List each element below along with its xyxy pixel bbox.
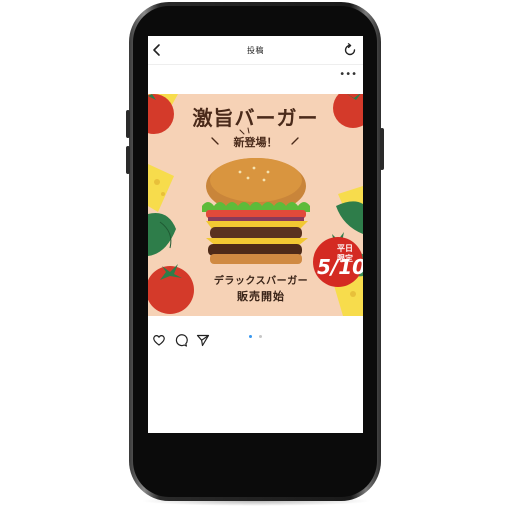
power-button [380,128,384,170]
refresh-icon[interactable] [343,43,357,57]
page-title: 投稿 [247,46,264,55]
volume-up-button [126,110,130,138]
device-mockup: 投稿 ••• 激旨バーガー 新登場！ デラックスバーガー 販売開始 平日 限定 … [0,0,511,513]
phone-screen: 投稿 ••• 激旨バーガー 新登場！ デラックスバーガー 販売開始 平日 限定 … [148,36,363,433]
volume-down-button [126,146,130,174]
post-subheadline: 新登場！ [233,136,278,149]
post-image[interactable]: 激旨バーガー 新登場！ デラックスバーガー 販売開始 平日 限定 5/10 [148,94,363,316]
weekday-limited-badge: 平日 限定 5/10 [313,237,363,287]
burger-illustration [202,158,310,264]
carousel-indicator [248,323,263,342]
heart-icon[interactable] [152,333,166,347]
carousel-dot[interactable] [259,335,263,338]
more-dots-icon[interactable]: ••• [339,70,357,80]
top-bar: 投稿 [148,36,363,64]
carousel-dot-active[interactable] [249,335,252,338]
header-divider [148,64,363,65]
badge-date: 5/10 [317,255,363,279]
post-headline: 激旨バーガー [192,106,319,130]
comment-icon[interactable] [174,333,188,347]
send-icon[interactable] [196,333,210,347]
product-name: デラックスバーガー [213,276,309,287]
sale-start-text: 販売開始 [237,290,285,303]
